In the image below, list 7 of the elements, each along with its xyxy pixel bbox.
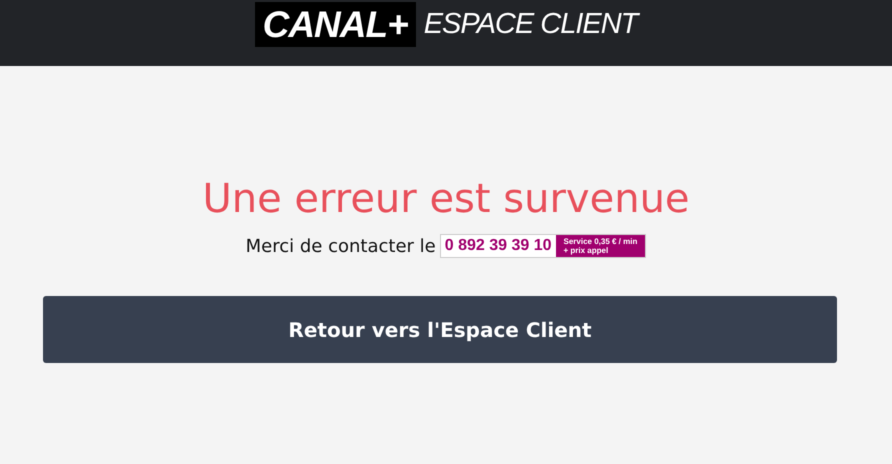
phone-number: 0 892 39 39 10 [444, 236, 553, 256]
tariff-label: Service 0,35 € / min + prix appel [556, 235, 646, 257]
logo[interactable]: CANAL+ [254, 2, 416, 47]
back-button[interactable]: Retour vers l'Espace Client [43, 296, 837, 363]
error-title: Une erreur est survenue [202, 175, 690, 224]
logo-subtitle: ESPACE CLIENT [424, 8, 638, 41]
contact-message: Merci de contacter le [246, 236, 436, 256]
